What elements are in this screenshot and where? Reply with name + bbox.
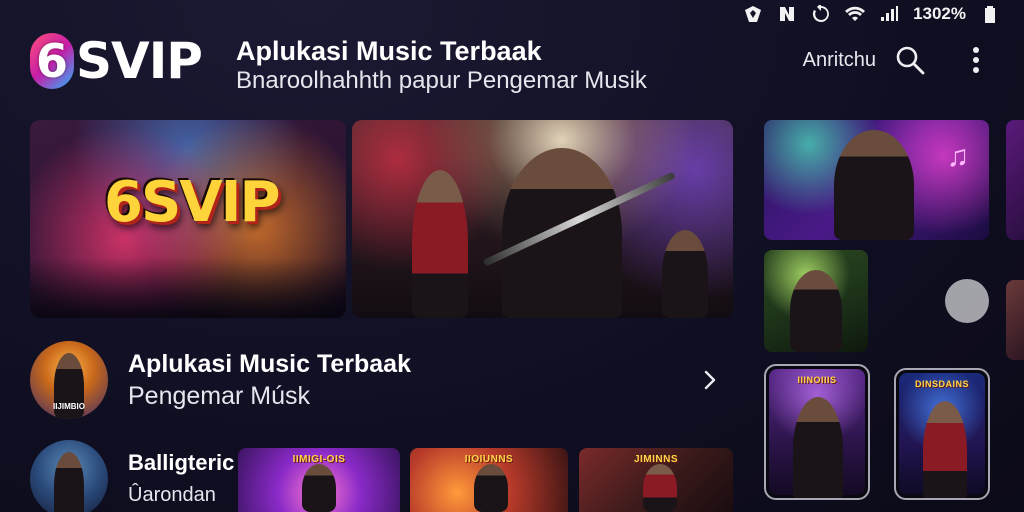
list-item-title: Balligteric (128, 450, 235, 475)
artist-figure (923, 401, 967, 498)
guitarist-figure (412, 170, 468, 318)
artist-figure (834, 130, 914, 240)
app-logo[interactable]: 6 SVIP (30, 32, 203, 90)
album-thumbnail-3[interactable]: JIMINNS (579, 448, 733, 512)
phone-screen: IIINOIIIS (769, 369, 865, 498)
thumbnail-title: JIMINNS (633, 454, 679, 465)
album-thumbnail-2[interactable]: IIOIUNNS (410, 448, 568, 512)
list-item-text: Aplukasi Music Terbaak Pengemar Músk (128, 348, 730, 412)
chevron-right-icon[interactable] (698, 368, 722, 392)
logo-word: SVIP (76, 32, 203, 90)
avatar-caption: IIJIMBIO (52, 402, 85, 411)
status-time: 1302% (913, 4, 966, 23)
rotate-icon (813, 5, 829, 22)
banner-crowd (30, 258, 346, 318)
battery-icon (985, 6, 995, 23)
signal-icon (745, 6, 762, 22)
album-thumbnail-1[interactable]: IIMIGI-OIS (238, 448, 400, 512)
avatar (30, 440, 108, 512)
list-item[interactable]: IIJIMBIO Aplukasi Music Terbaak Pengemar… (30, 340, 730, 420)
list-item-subtitle: Pengemar Músk (128, 382, 311, 410)
wifi-icon (845, 6, 866, 21)
scroll-handle[interactable] (945, 279, 989, 323)
phone-title: IIINOIIIS (797, 375, 837, 385)
search-icon (896, 46, 925, 75)
artist-figure (793, 397, 843, 498)
phone-screen: DINSDAINS (899, 373, 985, 498)
promo-banner-logo[interactable]: 6SVIP (30, 120, 346, 318)
artist-figure (790, 270, 842, 352)
flutist-figure (502, 148, 622, 318)
page-title: Aplukasi Music Terbaak (236, 36, 542, 66)
top-actions: Anritchu (803, 42, 994, 78)
phone-title: DINSDAINS (914, 379, 969, 389)
avatar: IIJIMBIO (30, 341, 108, 419)
page-subtitle: Bnaroolhahhth papur Pengemar Musik (236, 67, 647, 94)
featured-tile-3-partial[interactable] (1006, 120, 1024, 240)
artist-figure (474, 464, 508, 512)
cell-signal-icon (881, 6, 899, 21)
featured-tile-1[interactable]: ♫ (764, 120, 989, 240)
list-item-subtitle: Ûarondan (128, 484, 216, 506)
featured-tile-2[interactable] (764, 250, 868, 352)
phone-preview-2[interactable]: DINSDAINS (894, 368, 990, 500)
search-button[interactable] (892, 42, 928, 78)
list-item-text: Balligteric Ûarondan (128, 447, 248, 511)
featured-tile-4-partial[interactable] (1006, 280, 1024, 360)
phone-preview-1[interactable]: IIINOIIIS (764, 364, 870, 500)
artist-figure (643, 464, 677, 512)
more-vertical-icon (973, 47, 979, 73)
avatar-figure (54, 452, 84, 512)
more-options-button[interactable] (958, 42, 994, 78)
list-item-title: Aplukasi Music Terbaak (128, 350, 411, 378)
artist-figure (302, 464, 336, 512)
banner-logo-text: 6SVIP (104, 170, 281, 235)
account-label[interactable]: Anritchu (803, 49, 876, 72)
header-text: Aplukasi Music Terbaak Bnaroolhahhth pap… (236, 36, 647, 96)
music-note-icon: ♫ (946, 140, 970, 173)
logo-digit: 6 (30, 33, 74, 89)
nfc-icon (780, 7, 795, 21)
status-bar: 1302% (743, 4, 1000, 24)
promo-banner-concert[interactable] (352, 120, 733, 318)
drummer-figure (662, 230, 708, 318)
